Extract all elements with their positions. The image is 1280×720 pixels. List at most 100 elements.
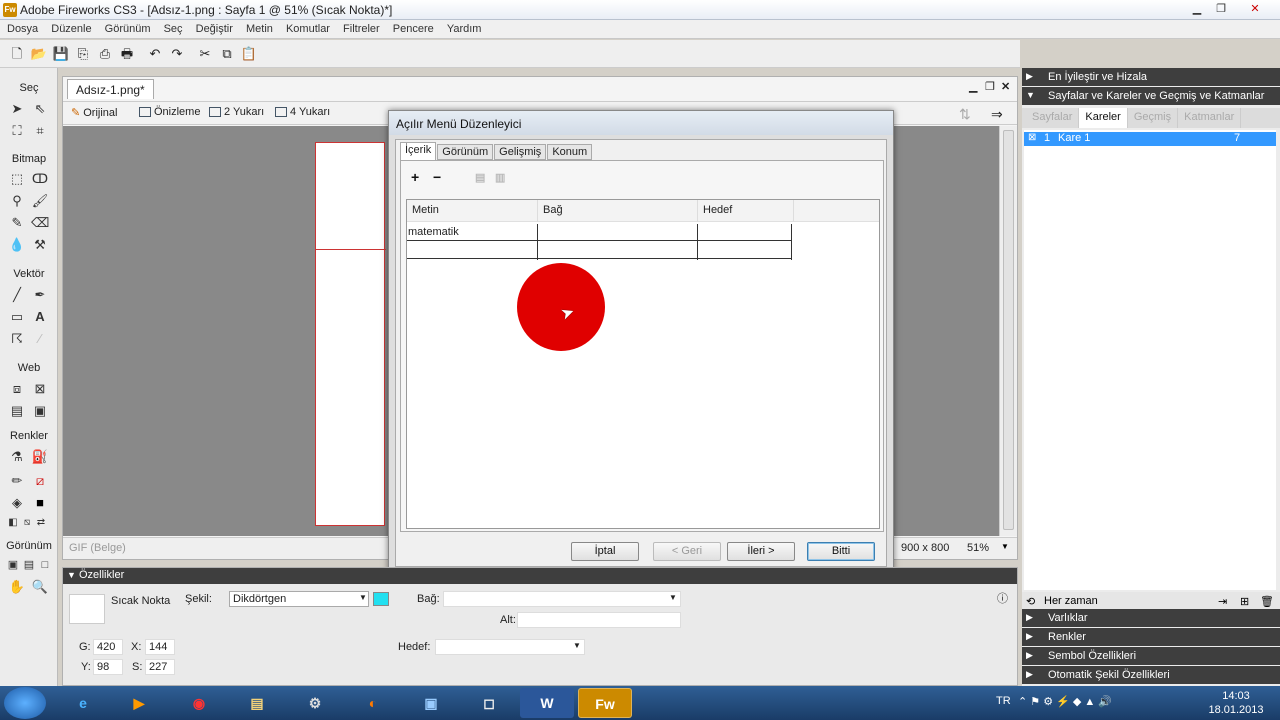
optimize-align-panel-header[interactable]: ▶ En İyileştir ve Hizala [1022,68,1280,86]
finish-button[interactable]: Bitti [807,542,875,561]
subselect-tool-icon[interactable]: ⇖ [31,100,49,118]
tab-position[interactable]: Konum [547,144,593,160]
scrollbar-thumb[interactable] [1003,130,1014,530]
height-field[interactable]: 98 [93,659,123,675]
table-row[interactable]: matematik [407,224,792,241]
view-2up-button[interactable]: 2 Yukarı [209,106,264,118]
export-options-icon[interactable]: ⇒ [991,106,1003,123]
menu-edit[interactable]: Düzenle [46,20,96,35]
colors-panel-header[interactable]: ▶ Renkler [1022,628,1280,646]
cut-icon[interactable]: ✂ [196,45,214,63]
fill-color-icon[interactable]: ◈ [8,494,26,512]
quick-export-icon[interactable]: ⇅ [959,106,971,123]
outdent-icon[interactable]: ▥ [495,171,505,184]
start-button[interactable] [4,687,46,719]
vertical-scrollbar[interactable] [999,126,1017,536]
tab-content[interactable]: İçerik [400,142,437,160]
indent-icon[interactable]: ▤ [475,171,485,184]
menu-file[interactable]: Dosya [0,20,43,35]
tab-frames[interactable]: Kareler [1079,108,1128,128]
save-icon[interactable]: 💾 [52,45,70,63]
fill-swatch-icon[interactable]: ■ [31,494,49,512]
distribute-to-frames-icon[interactable]: ⇥ [1218,595,1227,608]
slice-tool-icon[interactable]: ⊠ [31,380,49,398]
stroke-swatch-icon[interactable]: ⧄ [31,472,49,490]
system-clock[interactable]: 14:03 18.01.2013 [1200,689,1272,717]
doc-minimize-icon[interactable]: ▁ [969,80,977,93]
tab-pages[interactable]: Sayfalar [1026,108,1080,128]
menu-select[interactable]: Seç [159,20,188,35]
pencil-tool-icon[interactable]: ✎ [8,214,26,232]
next-button[interactable]: İleri > [727,542,795,561]
firefox-icon[interactable]: ◐ [346,688,400,718]
menu-filters[interactable]: Filtreler [338,20,385,35]
auto-shape-properties-panel-header[interactable]: ▶ Otomatik Şekil Özellikleri [1022,666,1280,684]
copy-icon[interactable]: ⧉ [218,45,236,63]
table-row[interactable] [407,242,792,259]
brush-tool-icon[interactable]: 🖌 [31,192,49,210]
pen-tool-icon[interactable]: ✒ [31,286,49,304]
remote-desktop-icon[interactable]: ▣ [404,688,458,718]
help-icon[interactable]: ⓘ [997,590,1008,606]
back-button[interactable]: < Geri [653,542,721,561]
print-icon[interactable]: 🖶 [118,45,136,63]
language-indicator[interactable]: TR [996,695,1011,707]
view-original-button[interactable]: ✎ Orijinal [71,106,117,120]
undo-icon[interactable]: ↶ [146,45,164,63]
internet-explorer-icon[interactable]: e [56,688,110,718]
hide-slices-icon[interactable]: ▤ [8,402,26,420]
delete-frame-icon[interactable]: 🗑 [1260,595,1274,608]
paint-bucket-icon[interactable]: ⛽ [31,448,49,466]
y-field[interactable]: 227 [145,659,175,675]
menu-modify[interactable]: Değiştir [191,20,238,35]
zoom-level[interactable]: 51% [967,542,989,554]
knife-tool-icon[interactable]: ∕ [31,330,49,348]
shape-dropdown-icon[interactable]: ▼ [359,593,367,602]
show-slices-icon[interactable]: ▣ [31,402,49,420]
restore-icon[interactable]: ❐ [1210,2,1232,16]
hotspot-tool-icon[interactable]: ⧈ [8,380,26,398]
target-dropdown-icon[interactable]: ▼ [573,641,581,650]
loop-icon[interactable]: ⟲ [1026,595,1035,608]
menu-text[interactable]: Metin [241,20,278,35]
link-input[interactable] [443,591,681,607]
lasso-tool-icon[interactable]: ↀ [31,170,49,188]
menu-window[interactable]: Pencere [388,20,439,35]
x-field[interactable]: 144 [145,639,175,655]
assets-panel-header[interactable]: ▶ Varlıklar [1022,609,1280,627]
word-icon[interactable]: W [520,688,574,718]
row-text-cell[interactable]: matematik [408,226,459,238]
link-dropdown-icon[interactable]: ▼ [669,593,677,602]
import-icon[interactable]: ⎘ [74,45,92,63]
shape-select[interactable]: Dikdörtgen [229,591,369,607]
document-tab[interactable]: Adsız-1.png* [67,79,154,99]
tab-history[interactable]: Geçmiş [1128,108,1179,128]
zoom-dropdown-icon[interactable]: ▼ [1001,542,1009,551]
export-icon[interactable]: ⎙ [96,45,114,63]
redo-icon[interactable]: ↷ [168,45,186,63]
alt-input[interactable] [517,612,681,628]
magic-wand-icon[interactable]: ⚲ [8,192,26,210]
canvas-artboard[interactable] [315,142,386,526]
zoom-tool-icon[interactable]: 🔍 [31,578,49,596]
width-field[interactable]: 420 [93,639,123,655]
doc-restore-icon[interactable]: ❐ [985,80,995,93]
stroke-color-icon[interactable]: ✏ [8,472,26,490]
menu-commands[interactable]: Komutlar [281,20,335,35]
paste-icon[interactable]: 📋 [240,45,258,63]
close-icon[interactable]: ✕ [1244,2,1266,16]
eyedropper-tool-icon[interactable]: ⚗ [8,448,26,466]
hand-tool-icon[interactable]: ✋ [8,578,26,596]
tab-layers[interactable]: Katmanlar [1178,108,1242,128]
target-input[interactable] [435,639,585,655]
pages-frames-panel-header[interactable]: ▼ Sayfalar ve Kareler ve Geçmiş ve Katman… [1022,87,1280,105]
rectangle-tool-icon[interactable]: ▭ [8,308,26,326]
chrome-icon[interactable]: ◉ [172,688,226,718]
list-item[interactable]: ⊠ 1 Kare 1 7 [1024,132,1276,146]
tray-icons[interactable]: ⌃ ⚑ ⚙ ⚡ ◆ ▲ 🔊 [1018,695,1112,708]
line-tool-icon[interactable]: ╱ [8,286,26,304]
eraser-tool-icon[interactable]: ⌫ [31,214,49,232]
swap-colors-icon[interactable]: ⇄ [32,514,50,532]
marquee-tool-icon[interactable]: ⬚ [8,170,26,188]
freeform-tool-icon[interactable]: ☈ [8,330,26,348]
